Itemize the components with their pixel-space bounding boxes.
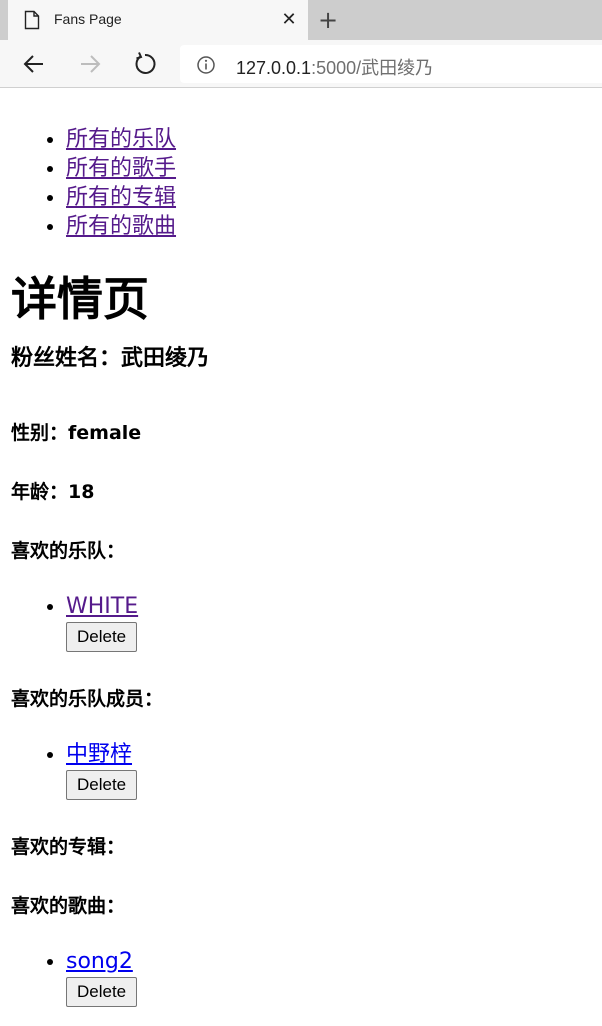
list-item: WHITE Delete [66,593,138,652]
song-link[interactable]: song2 [66,948,137,976]
page-icon [24,10,40,34]
fan-name: 粉丝姓名：武田绫乃 [11,346,210,371]
close-tab-icon[interactable]: ✕ [278,9,300,31]
nav-item: 所有的乐队 [66,125,176,154]
nav-link-bands[interactable]: 所有的乐队 [66,127,176,152]
reload-icon[interactable] [133,52,157,76]
favorite-members-label: 喜欢的乐队成员： [11,688,164,710]
url-text[interactable]: 127.0.0.1:5000/武田绫乃 [236,54,433,80]
nav-link-singers[interactable]: 所有的歌手 [66,156,176,181]
favorite-bands-label: 喜欢的乐队： [11,540,126,562]
nav-link-albums[interactable]: 所有的专辑 [66,185,176,210]
delete-button[interactable]: Delete [66,770,138,800]
forward-arrow-icon[interactable] [78,52,102,76]
favorite-songs-list: song2 Delete [66,948,138,1007]
favorite-albums-label: 喜欢的专辑： [11,836,126,858]
nav-list: 所有的乐队 所有的歌手 所有的专辑 所有的歌曲 [66,125,176,241]
browser-toolbar: 127.0.0.1:5000/武田绫乃 [0,40,602,88]
address-bar[interactable]: 127.0.0.1:5000/武田绫乃 [180,45,602,83]
nav-item: 所有的歌曲 [66,212,176,241]
delete-button[interactable]: Delete [66,977,138,1007]
info-icon[interactable] [196,55,216,79]
nav-item: 所有的歌手 [66,154,176,183]
delete-button[interactable]: Delete [66,622,138,652]
url-host: 127.0.0.1 [236,58,312,78]
url-path: :5000/武田绫乃 [311,58,434,78]
back-arrow-icon[interactable] [22,52,46,76]
favorite-members-list: 中野梓 Delete [66,741,138,800]
nav-item: 所有的专辑 [66,183,176,212]
fan-age: 年龄：18 [11,481,95,503]
favorite-bands-list: WHITE Delete [66,593,138,652]
list-item: 中野梓 Delete [66,741,138,800]
new-tab-icon[interactable]: + [314,6,342,34]
browser-tab[interactable]: Fans Page ✕ [8,0,308,40]
fan-gender: 性别：female [11,422,142,444]
tab-title: Fans Page [54,11,122,27]
tab-strip: Fans Page ✕ + [0,0,602,40]
favorite-songs-label: 喜欢的歌曲： [11,895,126,917]
list-item: song2 Delete [66,948,138,1007]
nav-link-songs[interactable]: 所有的歌曲 [66,214,176,239]
band-link[interactable]: WHITE [66,593,138,621]
page-title: 详情页 [11,272,149,326]
member-link[interactable]: 中野梓 [66,741,137,769]
